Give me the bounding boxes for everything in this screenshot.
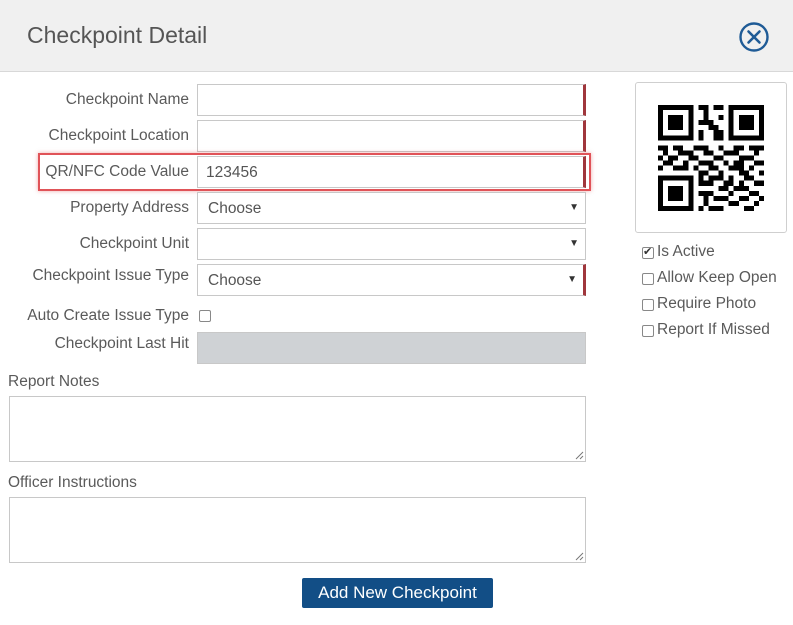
officer-instructions-textarea[interactable] <box>9 497 586 563</box>
close-icon[interactable] <box>738 21 770 53</box>
require-photo-checkbox[interactable] <box>642 299 654 311</box>
report-if-missed-checkbox[interactable] <box>642 325 654 337</box>
checkpoint-location-input[interactable] <box>197 120 586 152</box>
report-notes-textarea[interactable] <box>9 396 586 462</box>
dropdown-caret-icon: ▼ <box>569 202 579 213</box>
dropdown-caret-icon: ▼ <box>567 274 577 285</box>
is-active-checkbox[interactable] <box>642 245 654 259</box>
property-address-select[interactable]: Choose ▼ <box>197 192 586 224</box>
officer-instructions-label: Officer Instructions <box>8 474 137 491</box>
resize-grip-icon[interactable] <box>575 552 584 561</box>
add-new-checkpoint-button[interactable]: Add New Checkpoint <box>302 578 493 608</box>
dropdown-caret-icon: ▼ <box>569 238 579 249</box>
auto-create-label: Auto Create Issue Type <box>27 307 189 324</box>
resize-grip-icon[interactable] <box>575 451 584 460</box>
dialog-header: Checkpoint Detail <box>0 0 793 72</box>
auto-create-checkbox[interactable] <box>199 310 211 322</box>
property-address-label: Property Address <box>70 199 189 216</box>
code-value-label: QR/NFC Code Value <box>45 163 189 180</box>
checkpoint-name-label: Checkpoint Name <box>65 91 189 108</box>
allow-keep-open-label: Allow Keep Open <box>657 269 777 286</box>
checkpoint-name-input[interactable] <box>197 84 586 116</box>
issue-type-label: Checkpoint Issue Type <box>32 267 189 284</box>
qr-code-icon <box>658 105 764 211</box>
checkpoint-unit-label: Checkpoint Unit <box>79 235 189 252</box>
property-address-value: Choose <box>208 200 262 217</box>
report-notes-label: Report Notes <box>8 373 100 390</box>
last-hit-field <box>197 332 586 364</box>
issue-type-select[interactable]: Choose ▼ <box>197 264 586 296</box>
report-if-missed-label: Report If Missed <box>657 321 770 338</box>
code-value-input[interactable]: 123456 <box>197 156 586 188</box>
issue-type-value: Choose <box>208 272 262 289</box>
checkpoint-unit-select[interactable]: ▼ <box>197 228 586 260</box>
require-photo-label: Require Photo <box>657 295 757 312</box>
qr-code-panel <box>635 82 787 233</box>
last-hit-label: Checkpoint Last Hit <box>54 335 189 352</box>
checkpoint-location-label: Checkpoint Location <box>48 127 189 144</box>
is-active-label: Is Active <box>657 243 715 260</box>
dialog-title: Checkpoint Detail <box>27 22 208 48</box>
allow-keep-open-checkbox[interactable] <box>642 273 654 285</box>
